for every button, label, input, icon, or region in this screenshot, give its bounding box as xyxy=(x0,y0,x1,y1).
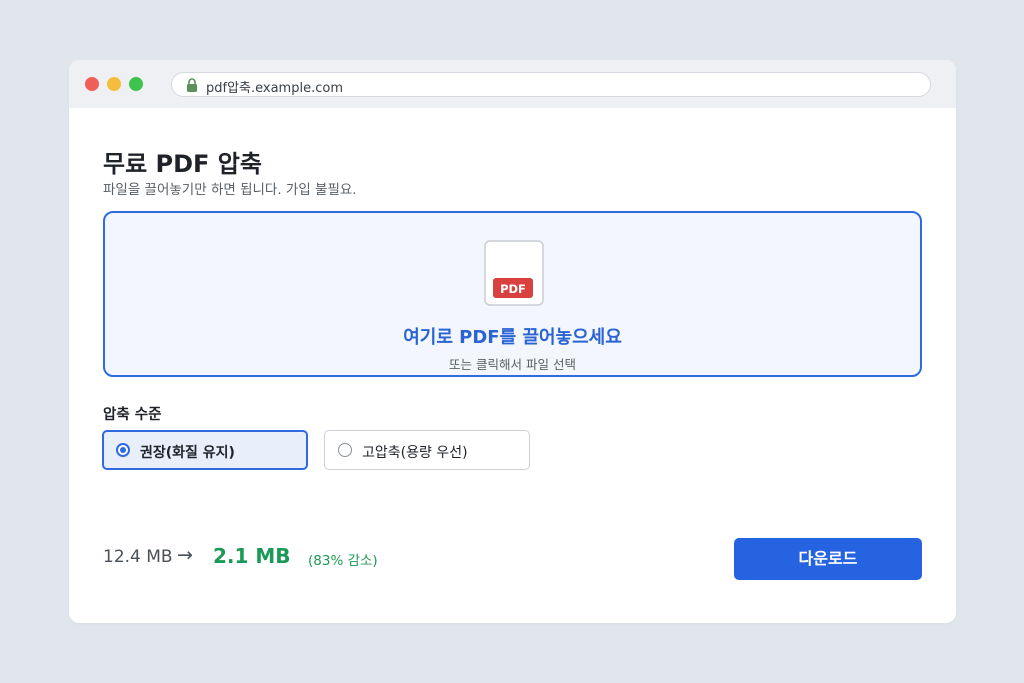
compressed-size: 2.1 MB xyxy=(213,544,291,568)
pdf-file-icon: PDF xyxy=(484,240,544,306)
page-subtitle: 파일을 끌어놓기만 하면 됩니다. 가입 불필요. xyxy=(103,182,357,198)
pdf-badge-text: PDF xyxy=(500,282,526,296)
radio-selected[interactable] xyxy=(116,443,130,457)
page-title: 무료 PDF 압축 xyxy=(103,150,262,178)
url-text: pdf압축.example.com xyxy=(206,81,343,96)
compression-level-label: 압축 수준 xyxy=(103,407,162,423)
dropzone-hint: 또는 클릭해서 파일 선택 xyxy=(449,357,576,372)
download-button[interactable]: 다운로드 xyxy=(734,538,922,580)
original-size: 12.4 MB xyxy=(103,547,173,567)
compression-option-high[interactable]: 고압축(용량 우선) xyxy=(324,430,530,470)
browser-chrome: pdf압축.example.com xyxy=(69,60,956,108)
page-content: 무료 PDF 압축 파일을 끌어놓기만 하면 됩니다. 가입 불필요. PDF … xyxy=(69,108,956,623)
arrow-right-icon: → xyxy=(177,544,193,566)
minimize-window-button[interactable] xyxy=(107,77,121,91)
radio-unselected[interactable] xyxy=(338,443,352,457)
compression-option-recommended[interactable]: 권장(화질 유지) xyxy=(102,430,308,470)
dropzone-title: 여기로 PDF를 끌어놓으세요 xyxy=(403,327,622,348)
address-bar[interactable]: pdf압축.example.com xyxy=(171,72,931,97)
maximize-window-button[interactable] xyxy=(129,77,143,91)
browser-window: pdf압축.example.com 무료 PDF 압축 파일을 끌어놓기만 하면… xyxy=(69,60,956,623)
reduction-percent: (83% 감소) xyxy=(308,553,378,569)
close-window-button[interactable] xyxy=(85,77,99,91)
compression-option-label: 고압축(용량 우선) xyxy=(362,445,468,461)
lock-icon xyxy=(187,78,197,92)
pdf-dropzone[interactable]: PDF 여기로 PDF를 끌어놓으세요 또는 클릭해서 파일 선택 xyxy=(103,211,922,377)
compression-option-label: 권장(화질 유지) xyxy=(140,445,235,461)
